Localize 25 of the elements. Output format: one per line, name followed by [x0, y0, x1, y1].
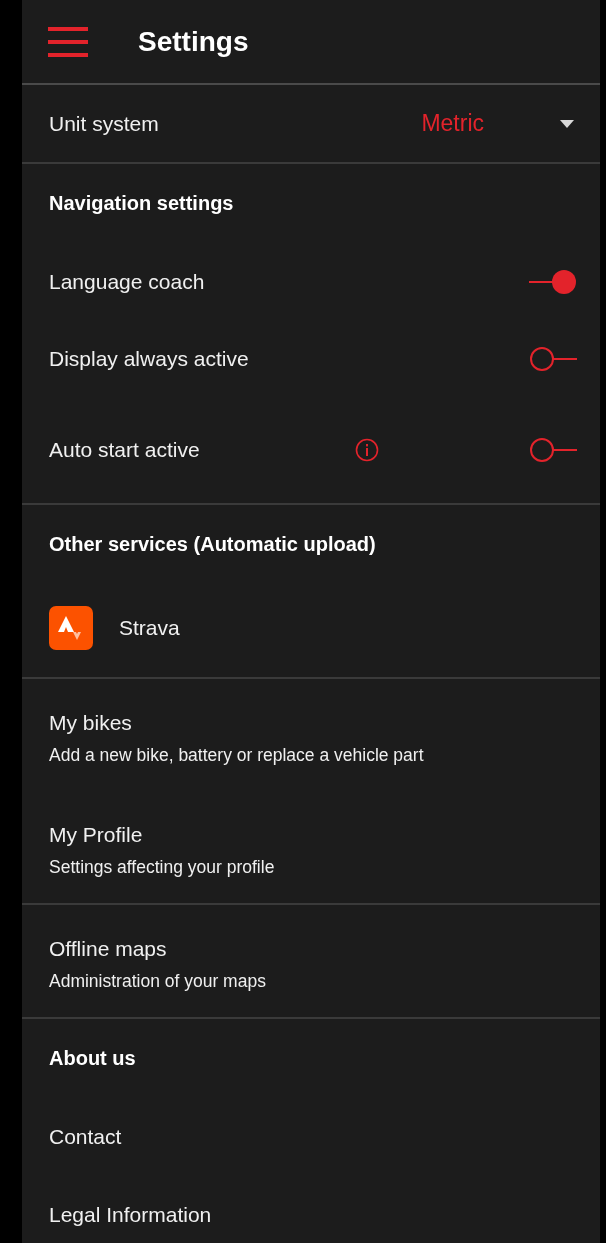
service-name[interactable]: Strava [119, 615, 180, 640]
page-title: Settings [138, 25, 249, 58]
menu-item-description: Settings affecting your profile [49, 856, 275, 878]
setting-label: Display always active [49, 346, 250, 371]
section-heading: Navigation settings [49, 192, 234, 215]
info-icon[interactable] [355, 438, 379, 462]
menu-item[interactable]: My Profile [49, 822, 143, 847]
section-heading: Other services (Automatic upload) [49, 533, 376, 556]
toggle-switch[interactable] [529, 345, 577, 372]
menu-item[interactable]: My bikes [49, 710, 132, 735]
menu-item[interactable]: Contact [49, 1125, 122, 1149]
menu-item-description: Administration of your maps [49, 970, 266, 992]
menu-icon[interactable] [48, 26, 88, 57]
setting-label: Unit system [49, 111, 160, 136]
setting-label: Language coach [49, 269, 206, 294]
setting-label: Auto start active [49, 438, 201, 462]
toggle-switch[interactable] [529, 437, 577, 463]
section-heading: About us [49, 1047, 136, 1070]
menu-item-description: Add a new bike, battery or replace a vehicle part [49, 744, 424, 766]
menu-item[interactable]: Legal Information [49, 1203, 212, 1227]
caret-icon [560, 119, 574, 128]
unit-dropdown[interactable]: Metric [421, 110, 574, 137]
toggle-switch[interactable] [529, 268, 577, 295]
menu-item[interactable]: Offline maps [49, 936, 167, 961]
strava-logo-icon [49, 605, 93, 650]
